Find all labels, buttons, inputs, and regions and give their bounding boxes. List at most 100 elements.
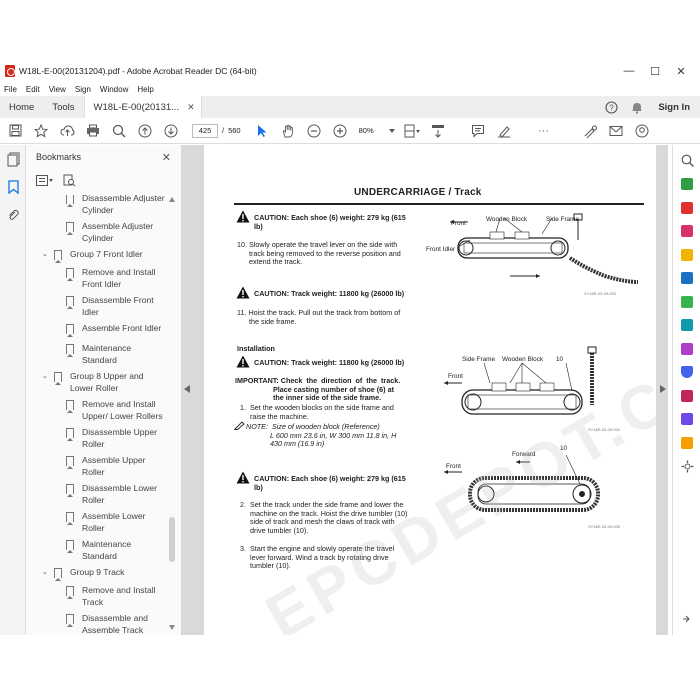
chevron-down-icon[interactable]: ⌄	[42, 567, 50, 579]
zoom-search-icon[interactable]	[108, 120, 130, 142]
bookmark-options-icon[interactable]	[36, 172, 54, 188]
bookmark-label: Group 8 Upper and Lower Roller	[70, 371, 144, 393]
combine-files-icon[interactable]	[673, 267, 700, 291]
maximize-button[interactable]: ☐	[642, 65, 668, 78]
menu-file[interactable]: File	[4, 85, 17, 94]
bookmarks-scrollbar[interactable]	[168, 197, 176, 632]
bookmarks-panel-icon[interactable]	[0, 173, 26, 201]
organize-pages-icon[interactable]	[673, 290, 700, 314]
tab-tools[interactable]: Tools	[43, 96, 83, 118]
bookmark-label: Disassemble Lower Roller	[82, 483, 157, 505]
bookmark-item[interactable]: Maintenance Standard	[66, 539, 131, 562]
page-number-input[interactable]: 425	[192, 123, 218, 138]
bookmark-label: Assemble Adjuster Cylinder	[82, 221, 154, 243]
menu-sign[interactable]: Sign	[75, 85, 91, 94]
create-pdf-icon[interactable]	[673, 196, 700, 220]
export-pdf-icon[interactable]	[673, 173, 700, 197]
protect-icon[interactable]	[673, 361, 700, 385]
acrobat-icon	[5, 65, 15, 77]
more-tools-icon[interactable]: ···	[533, 120, 555, 142]
bookmark-label: Remove and Install Upper/ Lower Rollers	[82, 399, 163, 421]
bookmark-item[interactable]: Disassemble and Assemble Track	[66, 613, 148, 635]
upload-cloud-icon[interactable]	[56, 120, 78, 142]
customize-tools-icon[interactable]	[673, 455, 700, 479]
next-page-icon[interactable]	[160, 120, 182, 142]
right-tools-rail	[672, 145, 700, 635]
star-icon[interactable]	[30, 120, 52, 142]
menu-help[interactable]: Help	[137, 85, 153, 94]
bookmark-icon	[66, 456, 74, 469]
previous-page-icon[interactable]	[134, 120, 156, 142]
bookmark-item[interactable]: Maintenance Standard	[66, 343, 131, 366]
help-icon[interactable]: ?	[604, 100, 618, 114]
chevron-down-icon[interactable]: ⌄	[42, 371, 50, 383]
bookmark-item[interactable]: Remove and Install Front Idler	[66, 267, 156, 290]
rich-media-icon[interactable]	[673, 431, 700, 455]
bookmark-label: Assemble Front Idler	[82, 323, 162, 333]
tab-document[interactable]: W18L-E-00(20131... ✕	[83, 96, 202, 118]
bookmark-item[interactable]: Assemble Adjuster Cylinder	[66, 221, 153, 244]
attachments-icon[interactable]	[0, 201, 26, 229]
menu-edit[interactable]: Edit	[26, 85, 40, 94]
zoom-out-icon[interactable]	[303, 120, 325, 142]
bookmark-item[interactable]: Remove and Install Upper/ Lower Rollers	[66, 399, 163, 422]
bookmark-item[interactable]: Disassemble Adjuster Cylinder	[66, 195, 165, 216]
bookmark-group[interactable]: ⌄ Group 9 Track	[42, 567, 124, 581]
email-icon[interactable]	[605, 120, 627, 142]
bookmark-item[interactable]: Assemble Upper Roller	[66, 455, 146, 478]
hand-tool-icon[interactable]	[277, 120, 299, 142]
fill-sign-icon[interactable]	[673, 337, 700, 361]
collapse-left-icon[interactable]	[184, 385, 190, 393]
scan-ocr-icon[interactable]	[673, 314, 700, 338]
send-for-signature-icon[interactable]	[673, 408, 700, 432]
window-controls: — ☐ ✕	[616, 60, 694, 82]
bookmark-group[interactable]: ⌄ Group 8 Upper and Lower Roller	[42, 371, 144, 394]
tab-home[interactable]: Home	[0, 96, 43, 118]
warning-icon	[236, 210, 250, 223]
menu-window[interactable]: Window	[100, 85, 128, 94]
fig1-wooden-block-label: Wooden Block	[486, 216, 528, 223]
comment-icon[interactable]	[467, 120, 489, 142]
highlight-pen-icon[interactable]	[493, 120, 515, 142]
page-thumbnails-icon[interactable]	[0, 145, 26, 173]
sign-in-link[interactable]: Sign In	[658, 102, 690, 113]
close-panel-icon[interactable]: ✕	[162, 151, 171, 164]
step-10-text: 10. Slowly operate the travel lever on t…	[237, 240, 401, 267]
comment-tool-icon[interactable]	[673, 243, 700, 267]
bookmark-group[interactable]: ⌄ Group 7 Front Idler	[42, 249, 143, 263]
minimize-button[interactable]: —	[616, 65, 642, 77]
bookmark-item[interactable]: Remove and Install Track	[66, 585, 156, 608]
bookmark-item[interactable]: Disassemble Front Idler	[66, 295, 154, 318]
close-window-button[interactable]: ✕	[668, 65, 694, 78]
fig1-front-label: Front	[451, 220, 466, 227]
bookmark-icon	[66, 222, 74, 235]
tab-close-icon[interactable]: ✕	[187, 102, 195, 113]
prepare-form-icon[interactable]	[673, 384, 700, 408]
edit-pdf-icon[interactable]	[673, 220, 700, 244]
rail-expand-icon[interactable]	[683, 615, 691, 623]
sign-pen-icon[interactable]	[579, 120, 601, 142]
account-icon[interactable]	[631, 120, 653, 142]
bookmark-item[interactable]: Assemble Lower Roller	[66, 511, 146, 534]
bookmark-label: Maintenance Standard	[82, 539, 132, 561]
bookmark-item[interactable]: Disassemble Upper Roller	[66, 427, 157, 450]
scroll-down-icon	[169, 625, 175, 630]
scroll-mode-icon[interactable]	[427, 120, 449, 142]
menu-view[interactable]: View	[49, 85, 66, 94]
print-icon[interactable]	[82, 120, 104, 142]
zoom-dropdown[interactable]: 80%	[357, 124, 397, 138]
save-icon[interactable]	[4, 120, 26, 142]
zoom-in-icon[interactable]	[329, 120, 351, 142]
bell-icon[interactable]	[630, 100, 644, 114]
page-view-icon[interactable]	[401, 120, 423, 142]
search-tool-icon[interactable]	[673, 149, 700, 173]
select-cursor-icon[interactable]	[251, 120, 273, 142]
chevron-down-icon[interactable]: ⌄	[42, 249, 50, 261]
bookmarks-tools	[26, 169, 181, 191]
collapse-right-icon[interactable]	[660, 385, 666, 393]
bookmark-item[interactable]: Assemble Front Idler	[66, 323, 162, 337]
bookmark-label: Disassemble Adjuster Cylinder	[82, 195, 165, 215]
scrollbar-thumb[interactable]	[169, 517, 175, 562]
find-bookmark-icon[interactable]	[60, 172, 78, 188]
bookmark-item[interactable]: Disassemble Lower Roller	[66, 483, 157, 506]
